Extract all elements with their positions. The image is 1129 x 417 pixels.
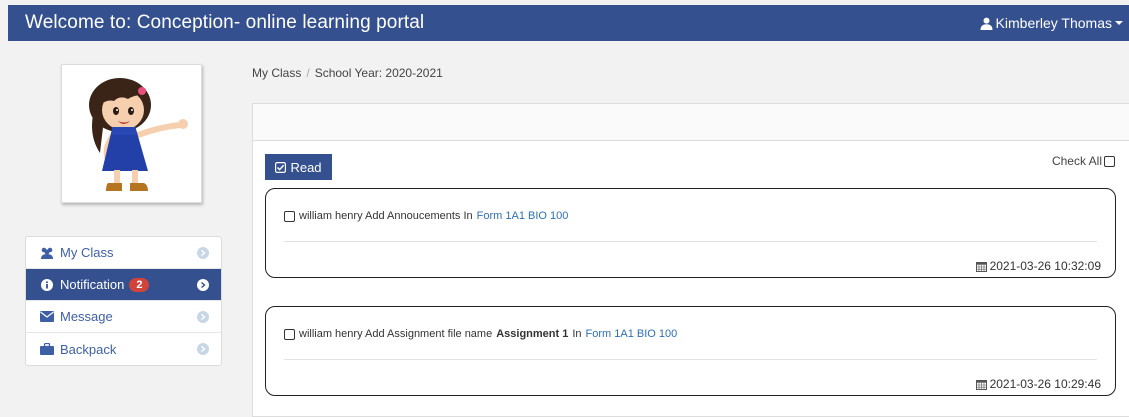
sidebar-item-message[interactable]: Message xyxy=(26,301,221,333)
read-button-label: Read xyxy=(290,159,322,175)
timestamp-text: 2021-03-26 10:32:09 xyxy=(989,259,1101,273)
sidebar-item-label: My Class xyxy=(60,245,114,260)
assignment-name: Assignment 1 xyxy=(496,327,569,340)
read-button[interactable]: Read xyxy=(265,154,332,180)
sidebar-item-label: Notification xyxy=(60,277,125,292)
calendar-icon xyxy=(975,379,987,390)
notification-text: william henry Add Annoucements In xyxy=(299,209,473,222)
breadcrumb-my-class-link[interactable]: My Class xyxy=(252,66,301,80)
check-all-checkbox[interactable] xyxy=(1104,155,1115,167)
notification-text-suffix: In xyxy=(572,327,582,340)
notification-checkbox[interactable] xyxy=(284,211,295,222)
portal-title: Welcome to: Conception- online learning … xyxy=(25,12,425,33)
sidebar-item-label: Backpack xyxy=(60,341,117,357)
class-link[interactable]: Form 1A1 BIO 100 xyxy=(477,210,569,222)
divider xyxy=(284,359,1097,360)
caret-down-icon xyxy=(1115,21,1123,25)
user-menu[interactable]: Kimberley Thomas xyxy=(980,15,1123,31)
briefcase-icon xyxy=(40,342,54,356)
class-link[interactable]: Form 1A1 BIO 100 xyxy=(586,328,678,340)
chevron-right-icon xyxy=(197,279,209,291)
calendar-icon xyxy=(975,261,987,272)
check-all-control[interactable]: Check All xyxy=(1052,154,1115,168)
notification-timestamp: 2021-03-26 10:32:09 xyxy=(975,259,1101,273)
notification-count-badge: 2 xyxy=(129,277,150,292)
breadcrumb: My Class / School Year: 2020-2021 xyxy=(252,66,443,80)
user-name: Kimberley Thomas xyxy=(995,15,1112,31)
chevron-right-icon xyxy=(197,343,209,355)
notification-timestamp: 2021-03-26 10:29:46 xyxy=(975,377,1101,391)
notification-card: william henry Add Annoucements In Form 1… xyxy=(265,188,1116,278)
notification-text: william henry Add Assignment file name xyxy=(299,327,493,340)
notification-message: william henry Add Assignment file name A… xyxy=(284,327,677,340)
sidebar-item-my-class[interactable]: My Class xyxy=(26,237,221,269)
info-icon xyxy=(40,278,54,292)
notification-card: william henry Add Assignment file name A… xyxy=(265,306,1116,396)
check-all-label: Check All xyxy=(1051,154,1102,168)
breadcrumb-current: School Year: 2020-2021 xyxy=(314,66,443,80)
user-icon xyxy=(980,17,993,30)
sidebar-item-backpack[interactable]: Backpack xyxy=(26,333,221,365)
users-icon xyxy=(40,246,54,260)
envelope-icon xyxy=(40,310,54,324)
notification-checkbox[interactable] xyxy=(284,329,295,340)
divider xyxy=(284,241,1097,242)
notifications-panel: Read Check All william henry Add Annouce… xyxy=(252,103,1129,417)
timestamp-text: 2021-03-26 10:29:46 xyxy=(989,377,1101,391)
sidebar-item-notification[interactable]: Notification 2 xyxy=(26,269,221,301)
check-square-icon xyxy=(275,161,287,173)
sidebar-menu: My Class Notification 2 Message Backpack xyxy=(25,236,222,366)
chevron-right-icon xyxy=(197,247,209,259)
sidebar-item-label: Message xyxy=(60,309,113,324)
chevron-right-icon xyxy=(197,311,209,323)
top-navbar: Welcome to: Conception- online learning … xyxy=(8,5,1129,41)
notification-message: william henry Add Annoucements In Form 1… xyxy=(284,209,568,222)
profile-avatar xyxy=(61,64,202,203)
panel-header xyxy=(253,104,1129,141)
breadcrumb-separator: / xyxy=(306,66,310,80)
girl-cartoon-avatar xyxy=(89,78,188,191)
